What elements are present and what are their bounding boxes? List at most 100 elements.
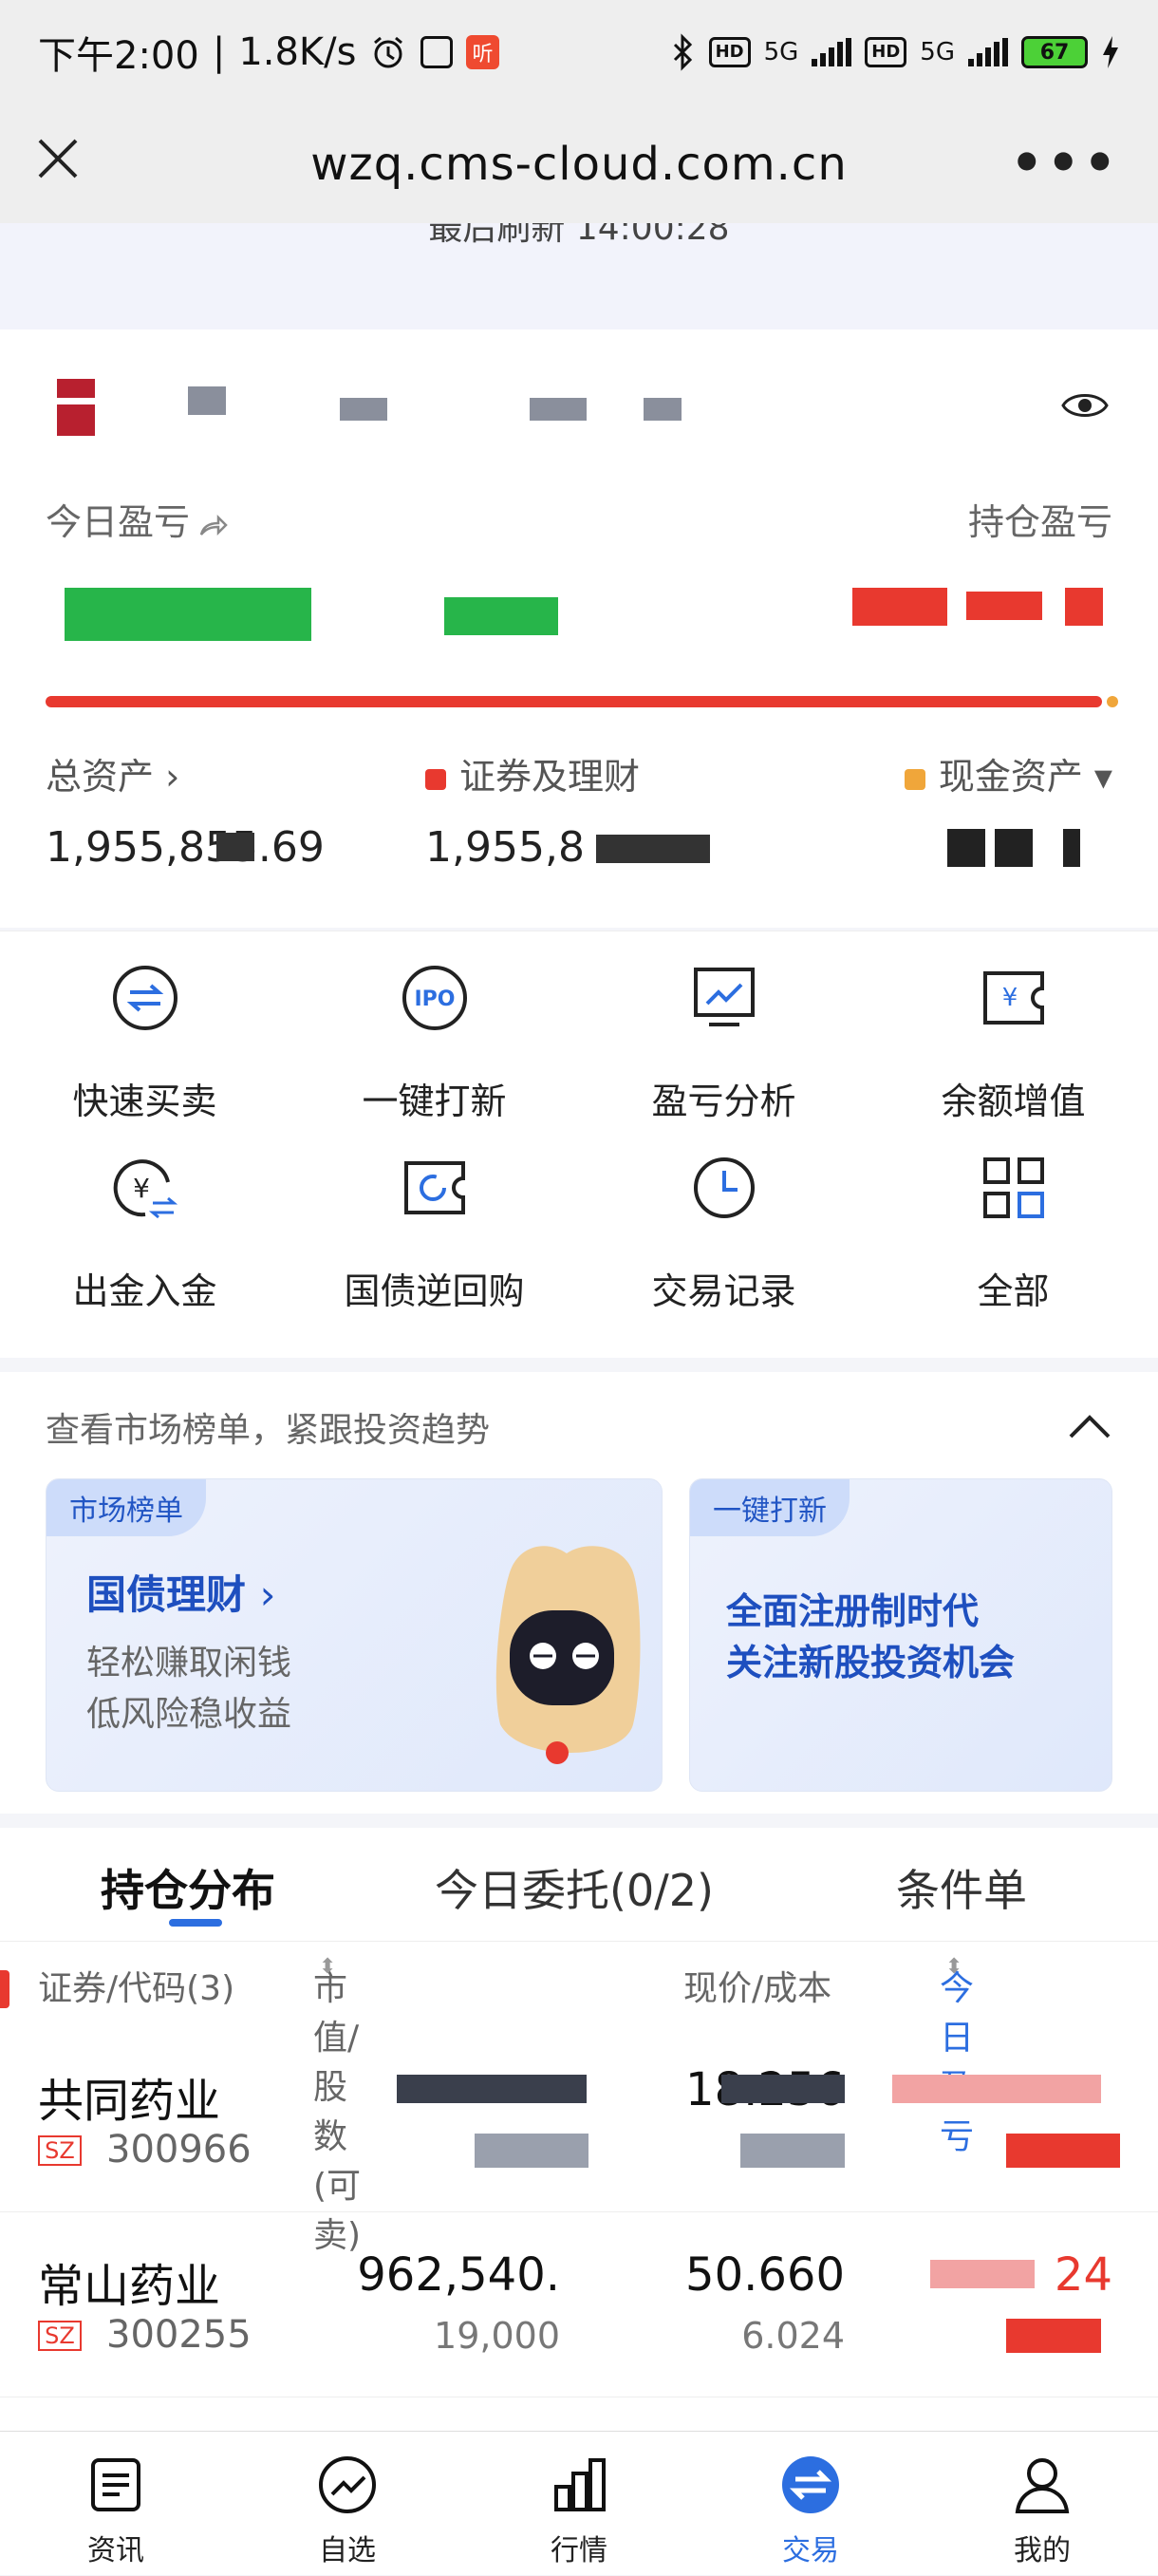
table-row[interactable]: 常山药业 SZ 300255 962,540. 19,000 50.660 6.…: [0, 2212, 1158, 2397]
charging-icon: [1103, 36, 1118, 68]
quick-action-reverse-repo[interactable]: 国债逆回购: [290, 1121, 579, 1312]
stock-code: 300255: [106, 2313, 252, 2357]
robot-mascot-icon: [495, 1546, 641, 1764]
today-pnl-value-masked: [65, 588, 311, 641]
market-header: 查看市场榜单，紧跟投资趋势: [46, 1411, 491, 1450]
market-card-bonds[interactable]: 市场榜单 国债理财 › 轻松赚取闲钱 低风险稳收益: [46, 1478, 663, 1792]
yuan-ticket-icon: ¥: [983, 971, 1044, 1025]
quick-action-transfer[interactable]: ¥ 出金入金: [0, 1121, 290, 1312]
total-assets-value: 1,955,855.69: [46, 823, 325, 872]
eye-icon[interactable]: [1061, 388, 1109, 423]
holding-pnl-value-masked: [852, 588, 947, 626]
nav-profile[interactable]: 我的: [926, 2432, 1158, 2576]
trend-icon: [319, 2456, 376, 2513]
svg-text:¥: ¥: [133, 1173, 150, 1204]
securities-value: 1,955,8: [425, 823, 585, 872]
tab-conditions[interactable]: 条件单: [896, 1856, 1027, 1919]
refresh-banner: 最后刷新 14:00:28: [0, 223, 1158, 329]
quick-action-all[interactable]: 全部: [868, 1121, 1158, 1312]
status-bar: 下午2:00 | 1.8K/s 听 HD 5G HD 5G 67: [0, 0, 1158, 104]
price-masked: [721, 2075, 845, 2103]
securities-ratio: [46, 696, 1102, 707]
nav-trade[interactable]: 交易: [695, 2432, 926, 2576]
news-icon: [91, 2458, 140, 2511]
masked-text: [644, 398, 682, 421]
holding-pnl-masked: [1006, 2319, 1101, 2353]
quick-action-pnl-analysis[interactable]: 盈亏分析: [579, 931, 868, 1122]
svg-text:¥: ¥: [1002, 984, 1018, 1012]
account-summary: 今日盈亏 持仓盈亏 总资产 › 证券及理财 现金资产 ▾ 1,955,855.6…: [0, 329, 1158, 928]
cash-label[interactable]: 现金资产 ▾: [904, 747, 1112, 799]
market-card-ipo[interactable]: 一键打新 全面注册制时代 关注新股投资机会: [689, 1478, 1112, 1792]
network-type-2: 5G: [920, 38, 955, 66]
legend-square: [425, 768, 446, 790]
chevron-up-icon[interactable]: [1067, 1412, 1112, 1440]
masked-text: [530, 398, 587, 421]
market-badge: SZ: [38, 2321, 82, 2351]
share-icon[interactable]: [197, 512, 228, 538]
more-icon[interactable]: •••: [1010, 133, 1120, 193]
quick-action-ipo[interactable]: IPO 一键打新: [290, 931, 579, 1122]
today-pnl-label[interactable]: 今日盈亏: [46, 493, 228, 545]
clock-icon: [694, 1157, 755, 1218]
nav-watchlist[interactable]: 自选: [232, 2432, 463, 2576]
nav-market[interactable]: 行情: [463, 2432, 695, 2576]
battery-icon: 67: [1021, 36, 1088, 68]
holding-pnl-value-masked: [966, 592, 1042, 620]
bluetooth-icon: [673, 33, 692, 71]
signal-icon-2: [968, 38, 1008, 66]
quick-action-history[interactable]: 交易记录: [579, 1121, 868, 1312]
current-price: 50.660: [685, 2248, 845, 2302]
tab-positions[interactable]: 持仓分布: [101, 1856, 275, 1919]
refresh-time: 最后刷新 14:00:28: [428, 223, 730, 248]
total-assets-label[interactable]: 总资产 ›: [46, 747, 179, 799]
swap-icon: [113, 966, 177, 1030]
holdings-section: 持仓分布 今日委托(0/2) 条件单 证券/代码(3) 市值/股数(可卖) ⬍ 现…: [0, 1828, 1158, 2435]
tab-orders[interactable]: 今日委托(0/2): [435, 1856, 714, 1919]
market-section: 查看市场榜单，紧跟投资趋势 市场榜单 国债理财 › 轻松赚取闲钱 低风险稳收益 …: [0, 1372, 1158, 1814]
card-line: 关注新股投资机会: [726, 1642, 1016, 1683]
close-icon[interactable]: [34, 135, 82, 182]
holdings-tabs: 持仓分布 今日委托(0/2) 条件单: [0, 1828, 1158, 1942]
market-badge: SZ: [38, 2135, 82, 2166]
network-speed: 1.8K/s: [238, 30, 357, 74]
today-pnl-masked: [1006, 2134, 1120, 2168]
radio-app-icon: 听: [466, 35, 499, 69]
yuan-transfer-icon: ¥: [113, 1159, 178, 1219]
exchange-icon: [782, 2456, 839, 2513]
table-row[interactable]: 共同药业 SZ 300966 18.256: [0, 2027, 1158, 2212]
stock-name: 常山药业: [38, 2260, 221, 2313]
today-pnl-masked: [892, 2075, 1101, 2103]
quick-actions: 快速买卖 IPO 一键打新 盈亏分析 ¥ 余额增值 ¥ 出金入金 国债逆回购 交…: [0, 931, 1158, 1358]
card-subtitle: 轻松赚取闲钱: [86, 1644, 292, 1683]
sort-icon: ⬍: [319, 1955, 337, 1979]
chevron-right-icon: ›: [259, 1571, 276, 1618]
hd-icon: HD: [708, 37, 751, 67]
card-subtitle: 低风险稳收益: [86, 1695, 292, 1734]
browser-bar: wzq.cms-cloud.com.cn •••: [0, 104, 1158, 223]
pnl-values-masked: [46, 578, 1112, 654]
signal-icon: [812, 38, 852, 66]
cost-price: 6.024: [741, 2315, 845, 2357]
col-security: 证券/代码(3): [38, 1969, 235, 2008]
card-tag: 一键打新: [690, 1479, 850, 1536]
shares-masked: [475, 2134, 588, 2168]
market-value-masked: [397, 2075, 587, 2103]
nfc-icon: [420, 36, 454, 68]
securities-label: 证券及理财: [425, 747, 640, 799]
nav-news[interactable]: 资讯: [0, 2432, 232, 2576]
stock-code: 300966: [106, 2128, 252, 2172]
cash-ratio-dot: [1107, 696, 1118, 707]
cash-value-masked: [947, 829, 985, 867]
card-title: 国债理财: [86, 1571, 247, 1618]
alarm-icon: [374, 36, 403, 68]
bottom-nav: 资讯 自选 行情 交易 我的: [0, 2431, 1158, 2575]
account-logo: [57, 379, 95, 436]
holding-pnl-value-masked: [1065, 588, 1103, 626]
holdings-table-header: 证券/代码(3) 市值/股数(可卖)⬍ 现价/成本 今日盈亏⬍: [38, 1955, 975, 2256]
grid-icon: [983, 1157, 1044, 1218]
quick-action-buy-sell[interactable]: 快速买卖: [0, 931, 290, 1122]
quick-action-balance[interactable]: ¥ 余额增值: [868, 931, 1158, 1122]
legend-square: [904, 768, 925, 790]
cash-value-masked: [1063, 829, 1080, 867]
